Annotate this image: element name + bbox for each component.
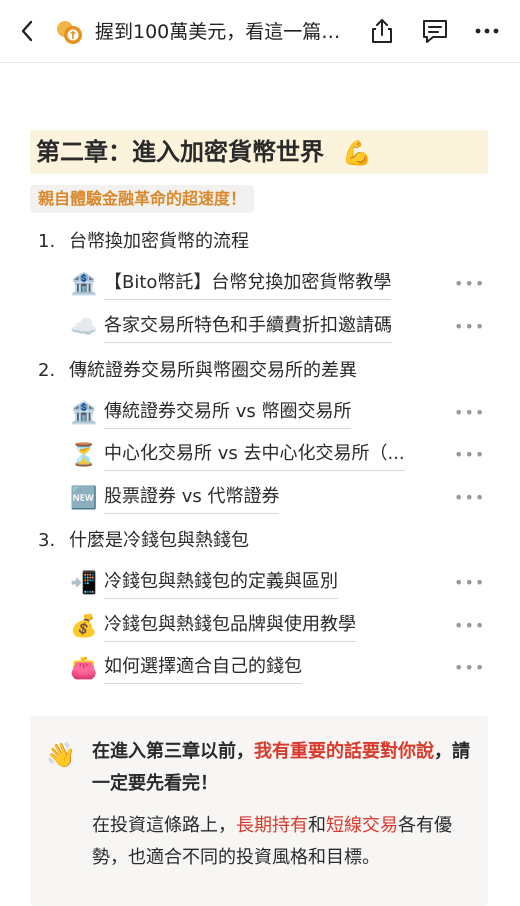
more-options-icon[interactable]: ••• xyxy=(454,488,485,507)
comment-icon[interactable] xyxy=(420,16,450,46)
item-link[interactable]: 【Bito幣託】台幣兌換加密貨幣教學 xyxy=(104,271,392,300)
callout-highlight: 我有重要的話要對你說 xyxy=(254,741,434,762)
section-heading-2: 2. 傳統證券交易所與幣圈交易所的差異 xyxy=(38,358,357,384)
section-number: 1. xyxy=(38,231,56,252)
more-options-icon[interactable]: ••• xyxy=(454,658,485,677)
callout-body: 在投資這條路上，長期持有和短線交易各有優勢，也適合不同的投資風格和目標。 xyxy=(92,810,472,874)
item-link[interactable]: 中心化交易所 vs 去中心化交易所（... xyxy=(104,442,405,471)
item-link[interactable]: 如何選擇適合自己的錢包 xyxy=(104,655,302,684)
share-icon[interactable] xyxy=(367,16,397,46)
list-item[interactable]: 🆕 股票證券 vs 代幣證券 ••• xyxy=(70,482,484,516)
item-link[interactable]: 股票證券 vs 代幣證券 xyxy=(104,485,280,514)
flexed-biceps-icon: 💪 xyxy=(342,139,372,167)
page-title: 握到100萬美元，看這一篇… xyxy=(95,21,341,43)
callout-box: 👋 在進入第三章以前，我有重要的話要對你說，請一定要先看完！ 在投資這條路上，長… xyxy=(30,716,488,906)
top-navigation-bar: 握到100萬美元，看這一篇… xyxy=(0,0,520,63)
callout-text: 在進入第三章以前， xyxy=(92,741,254,762)
section-title: 什麼是冷錢包與熱錢包 xyxy=(69,530,249,551)
money-bag-icon: 💰 xyxy=(70,614,98,639)
section-title: 傳統證券交易所與幣圈交易所的差異 xyxy=(69,360,357,381)
section-number: 3. xyxy=(38,530,56,551)
list-item[interactable]: 💰 冷錢包與熱錢包品牌與使用教學 ••• xyxy=(70,610,484,644)
section-number: 2. xyxy=(38,360,56,381)
coin-logo-icon xyxy=(57,21,82,44)
callout-text: 和 xyxy=(308,815,326,836)
item-link[interactable]: 傳統證券交易所 vs 幣圈交易所 xyxy=(104,400,352,429)
section-heading-1: 1. 台幣換加密貨幣的流程 xyxy=(38,229,249,255)
more-options-icon[interactable]: ••• xyxy=(454,274,485,293)
bank-icon: 🏦 xyxy=(70,401,98,426)
section-title: 台幣換加密貨幣的流程 xyxy=(69,231,249,252)
purse-icon: 👛 xyxy=(70,656,98,681)
hourglass-icon: ⏳ xyxy=(70,443,98,468)
mobile-arrow-icon: 📲 xyxy=(70,571,98,596)
item-link[interactable]: 冷錢包與熱錢包品牌與使用教學 xyxy=(104,613,356,642)
new-badge-icon: 🆕 xyxy=(70,486,98,511)
section-heading-3: 3. 什麼是冷錢包與熱錢包 xyxy=(38,528,249,554)
callout-heading: 在進入第三章以前，我有重要的話要對你說，請一定要先看完！ xyxy=(92,736,472,800)
tagline-badge: 親自體驗金融革命的超速度！ xyxy=(30,185,255,213)
more-options-icon[interactable]: ••• xyxy=(454,445,485,464)
list-item[interactable]: 📲 冷錢包與熱錢包的定義與區別 ••• xyxy=(70,567,484,601)
list-item[interactable]: 🏦 【Bito幣託】台幣兌換加密貨幣教學 ••• xyxy=(70,268,484,302)
more-options-icon[interactable]: ••• xyxy=(454,616,485,635)
list-item[interactable]: 🏦 傳統證券交易所 vs 幣圈交易所 ••• xyxy=(70,397,484,431)
item-link[interactable]: 各家交易所特色和手續費折扣邀請碼 xyxy=(104,314,392,343)
more-options-icon[interactable]: ••• xyxy=(454,317,485,336)
list-item[interactable]: ⏳ 中心化交易所 vs 去中心化交易所（... ••• xyxy=(70,439,484,473)
chapter-title: 第二章：進入加密貨幣世界 xyxy=(36,138,324,166)
callout-highlight: 長期持有 xyxy=(236,815,308,836)
item-link[interactable]: 冷錢包與熱錢包的定義與區別 xyxy=(104,570,338,599)
chapter-heading: 第二章：進入加密貨幣世界 💪 xyxy=(30,130,488,174)
cloud-icon: ☁️ xyxy=(70,315,98,340)
bank-icon: 🏦 xyxy=(70,272,98,297)
list-item[interactable]: 👛 如何選擇適合自己的錢包 ••• xyxy=(70,652,484,686)
waving-hand-icon: 👋 xyxy=(46,741,76,769)
more-options-icon[interactable]: ••• xyxy=(454,403,485,422)
callout-text: 在投資這條路上， xyxy=(92,815,236,836)
more-icon[interactable] xyxy=(472,16,502,46)
list-item[interactable]: ☁️ 各家交易所特色和手續費折扣邀請碼 ••• xyxy=(70,311,484,345)
chevron-left-icon[interactable] xyxy=(14,16,42,46)
callout-highlight: 短線交易 xyxy=(326,815,398,836)
more-options-icon[interactable]: ••• xyxy=(454,573,485,592)
